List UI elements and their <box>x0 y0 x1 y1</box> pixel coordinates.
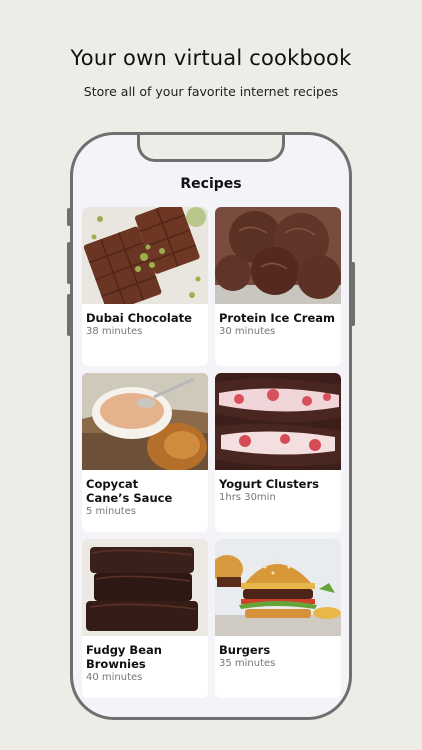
recipe-card-dubai-chocolate[interactable]: Dubai Chocolate 38 minutes <box>82 207 208 366</box>
hero-title: Your own virtual cookbook <box>70 46 352 70</box>
recipe-card-burgers[interactable]: Burgers 35 minutes <box>215 539 341 698</box>
recipe-time: 35 minutes <box>219 658 276 669</box>
recipe-image <box>215 539 341 636</box>
recipe-image <box>215 373 341 470</box>
recipe-grid: Dubai Chocolate 38 minutes Protein Ice C… <box>82 207 341 698</box>
phone-notch <box>137 135 285 162</box>
recipe-card-canes-sauce[interactable]: Copycat Cane’s Sauce 5 minutes <box>82 373 208 532</box>
phone-frame: Recipes Dubai Chocolate 38 minutes Prote… <box>70 132 352 720</box>
recipe-time: 38 minutes <box>86 326 143 337</box>
recipe-name: Fudgy Bean Brownies <box>86 643 162 671</box>
recipe-image <box>82 539 208 636</box>
hero-subtitle: Store all of your favorite internet reci… <box>83 84 339 99</box>
recipe-card-fudgy-bean-brownies[interactable]: Fudgy Bean Brownies 40 minutes <box>82 539 208 698</box>
recipe-time: 1hrs 30min <box>219 492 276 503</box>
recipe-time: 40 minutes <box>86 672 143 683</box>
recipe-name: Yogurt Clusters <box>219 477 319 491</box>
recipe-name: Copycat Cane’s Sauce <box>86 477 173 505</box>
recipe-name: Dubai Chocolate <box>86 311 192 325</box>
recipes-title: Recipes <box>180 176 242 192</box>
recipe-time: 5 minutes <box>86 506 137 517</box>
recipe-image <box>82 207 208 304</box>
recipe-card-protein-ice-cream[interactable]: Protein Ice Cream 30 minutes <box>215 207 341 366</box>
recipe-card-yogurt-clusters[interactable]: Yogurt Clusters 1hrs 30min <box>215 373 341 532</box>
recipe-image <box>82 373 208 470</box>
recipe-time: 30 minutes <box>219 326 276 337</box>
recipe-image <box>215 207 341 304</box>
recipe-name: Burgers <box>219 643 271 657</box>
recipe-name: Protein Ice Cream <box>219 311 335 325</box>
